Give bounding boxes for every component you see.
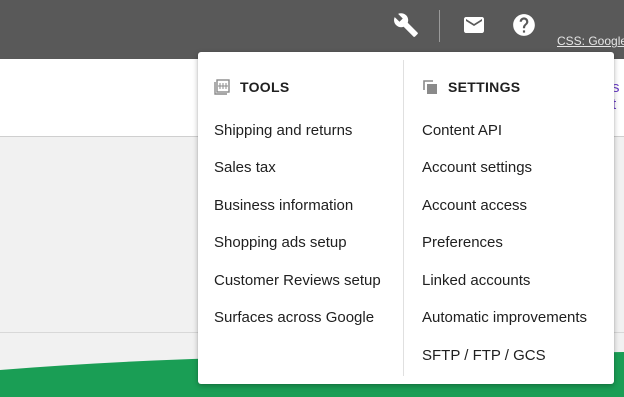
tools-title: TOOLS xyxy=(240,79,290,95)
tools-settings-menu: TOOLS Shipping and returns Sales tax Bus… xyxy=(198,52,614,384)
menu-item-customer-reviews-setup[interactable]: Customer Reviews setup xyxy=(214,272,381,290)
settings-copy-icon xyxy=(422,79,438,95)
menu-item-shipping-returns[interactable]: Shipping and returns xyxy=(214,122,352,140)
tools-icon xyxy=(214,79,230,95)
menu-item-automatic-improvements[interactable]: Automatic improvements xyxy=(422,309,587,327)
menu-column-divider xyxy=(403,60,404,376)
toolbar-separator xyxy=(439,10,440,42)
settings-title: SETTINGS xyxy=(448,79,521,95)
mail-icon[interactable] xyxy=(460,11,488,39)
account-name-link[interactable]: CSS: Google xyxy=(557,34,624,48)
menu-item-sftp-ftp-gcs[interactable]: SFTP / FTP / GCS xyxy=(422,347,546,365)
top-app-bar: CSS: Google xyxy=(0,0,624,59)
help-icon[interactable] xyxy=(510,11,538,39)
menu-item-account-access[interactable]: Account access xyxy=(422,197,527,215)
wrench-icon[interactable] xyxy=(392,11,420,39)
menu-item-shopping-ads-setup[interactable]: Shopping ads setup xyxy=(214,234,347,252)
menu-item-business-information[interactable]: Business information xyxy=(214,197,353,215)
menu-item-surfaces-across-google[interactable]: Surfaces across Google xyxy=(214,309,374,327)
menu-item-content-api[interactable]: Content API xyxy=(422,122,502,140)
menu-item-account-settings[interactable]: Account settings xyxy=(422,159,532,177)
tools-header: TOOLS xyxy=(214,78,289,96)
menu-item-linked-accounts[interactable]: Linked accounts xyxy=(422,272,530,290)
menu-item-sales-tax[interactable]: Sales tax xyxy=(214,159,276,177)
menu-item-preferences[interactable]: Preferences xyxy=(422,234,503,252)
settings-header: SETTINGS xyxy=(422,78,520,96)
